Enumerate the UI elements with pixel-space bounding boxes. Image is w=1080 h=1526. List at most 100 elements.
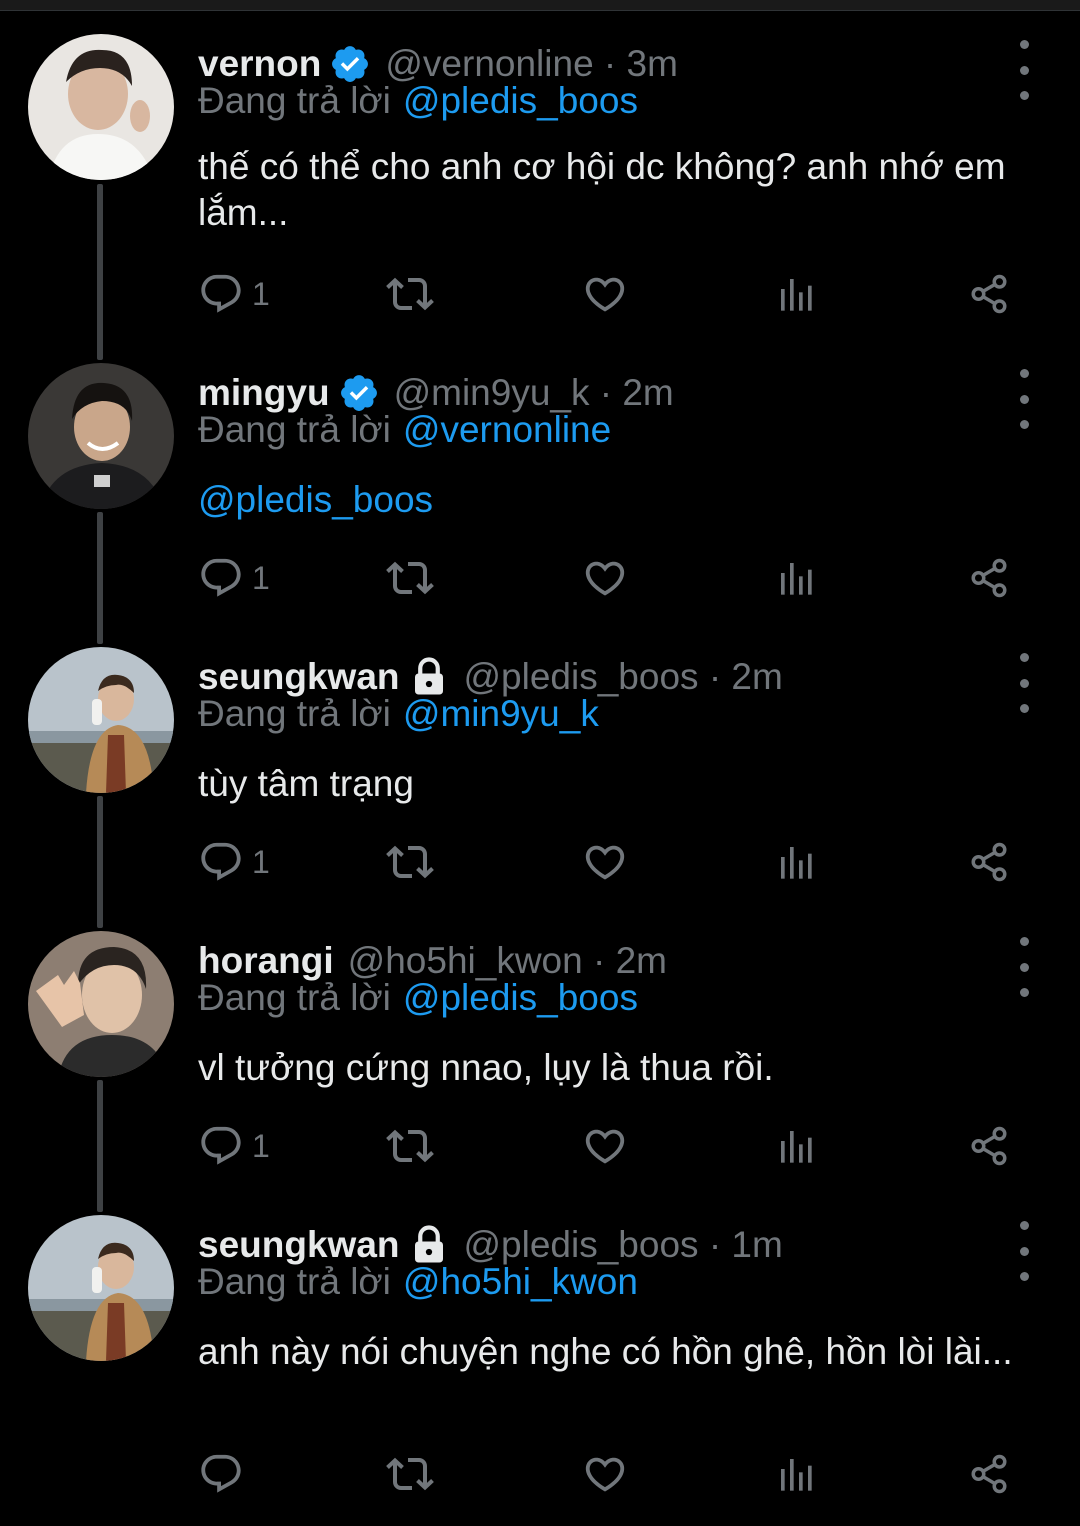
display-name[interactable]: mingyu: [198, 372, 330, 414]
analytics-icon: [781, 847, 812, 879]
handle-and-time[interactable]: @ho5hi_kwon · 2m: [348, 940, 667, 982]
tweet[interactable]: horangi @ho5hi_kwon · 2m Đang trả lời @pl…: [0, 931, 1080, 1201]
tweet[interactable]: seungkwan @pledis_boos · 1m Đang trả lời…: [0, 1215, 1080, 1515]
share-button[interactable]: [968, 1449, 1010, 1499]
like-button[interactable]: [582, 837, 628, 887]
share-button[interactable]: [968, 1121, 1010, 1171]
lock-icon: [408, 1224, 450, 1266]
share-button[interactable]: [968, 269, 1010, 319]
share-button[interactable]: [968, 837, 1010, 887]
handle-and-time[interactable]: @pledis_boos · 1m: [464, 1224, 783, 1266]
heart-icon: [585, 277, 625, 312]
analytics-icon: [781, 1459, 812, 1491]
share-icon: [971, 274, 1007, 314]
retweet-button[interactable]: [386, 1121, 434, 1171]
tweet-actions: 1: [198, 553, 1028, 603]
display-name[interactable]: horangi: [198, 940, 334, 982]
avatar[interactable]: [28, 363, 174, 509]
like-button[interactable]: [582, 269, 628, 319]
verified-badge-icon: [329, 43, 371, 85]
analytics-icon: [781, 279, 812, 311]
reply-mention-link[interactable]: @vernonline: [403, 409, 611, 450]
tweet-text: vl tưởng cứng nnao, lụy là thua rồi.: [198, 1047, 774, 1088]
views-button[interactable]: [776, 269, 816, 319]
reply-mention-link[interactable]: @pledis_boos: [403, 977, 638, 1018]
reply-button[interactable]: 1: [198, 837, 270, 887]
heart-icon: [585, 1457, 625, 1492]
replying-to: Đang trả lời @vernonline: [198, 409, 611, 451]
tweet[interactable]: seungkwan @pledis_boos · 2m Đang trả lời…: [0, 647, 1080, 917]
tweet-actions: 1: [198, 1121, 1028, 1171]
retweet-icon: [386, 845, 434, 879]
avatar[interactable]: [28, 34, 174, 180]
retweet-icon: [386, 1129, 434, 1163]
views-button[interactable]: [776, 1121, 816, 1171]
tweet[interactable]: vernon @vernonline · 3m Đang trả lời @ple…: [0, 34, 1080, 334]
replying-to: Đang trả lời @ho5hi_kwon: [198, 1261, 638, 1303]
tweet-actions: 1: [198, 269, 1028, 319]
tweet-text: anh này nói chuyện nghe có hồn ghê, hồn …: [198, 1331, 1013, 1372]
share-icon: [971, 842, 1007, 882]
more-vertical-icon[interactable]: [1014, 653, 1034, 713]
tweet-actions: 1: [198, 837, 1028, 887]
retweet-icon: [386, 561, 434, 595]
more-vertical-icon[interactable]: [1014, 369, 1034, 429]
reply-icon: [201, 558, 241, 597]
heart-icon: [585, 845, 625, 880]
handle-and-time[interactable]: @min9yu_k · 2m: [394, 372, 674, 414]
reply-mention-link[interactable]: @min9yu_k: [403, 693, 599, 734]
tweet-actions: [198, 1449, 1028, 1499]
analytics-icon: [781, 1131, 812, 1163]
reply-button[interactable]: 1: [198, 1121, 270, 1171]
handle-and-time[interactable]: @pledis_boos · 2m: [464, 656, 783, 698]
retweet-button[interactable]: [386, 269, 434, 319]
views-button[interactable]: [776, 1449, 816, 1499]
share-icon: [971, 1126, 1007, 1166]
avatar[interactable]: [28, 647, 174, 793]
handle-and-time[interactable]: @vernonline · 3m: [385, 43, 678, 85]
replying-label: Đang trả lời: [198, 409, 391, 450]
reply-button[interactable]: 1: [198, 553, 270, 603]
reply-count: 1: [252, 275, 270, 312]
reply-button[interactable]: [198, 1449, 252, 1499]
share-button[interactable]: [968, 553, 1010, 603]
like-button[interactable]: [582, 1121, 628, 1171]
replying-label: Đang trả lời: [198, 977, 391, 1018]
avatar[interactable]: [28, 931, 174, 1077]
reply-mention-link[interactable]: @pledis_boos: [403, 80, 638, 121]
heart-icon: [585, 561, 625, 596]
reply-count: 1: [252, 1127, 270, 1164]
replying-label: Đang trả lời: [198, 80, 391, 121]
reply-icon: [201, 1126, 241, 1165]
retweet-icon: [386, 1457, 434, 1491]
retweet-button[interactable]: [386, 553, 434, 603]
tweet-text: thế có thể cho anh cơ hội dc không? anh …: [198, 146, 1006, 233]
display-name[interactable]: seungkwan: [198, 656, 400, 698]
analytics-icon: [781, 563, 812, 595]
heart-icon: [585, 1129, 625, 1164]
views-button[interactable]: [776, 553, 816, 603]
retweet-button[interactable]: [386, 1449, 434, 1499]
replying-to: Đang trả lời @pledis_boos: [198, 80, 638, 122]
reply-mention-link[interactable]: @ho5hi_kwon: [403, 1261, 638, 1302]
reply-icon: [201, 274, 241, 313]
views-button[interactable]: [776, 837, 816, 887]
display-name[interactable]: vernon: [198, 43, 321, 85]
more-vertical-icon[interactable]: [1014, 1221, 1034, 1281]
tweet-text: tùy tâm trạng: [198, 763, 414, 804]
like-button[interactable]: [582, 553, 628, 603]
replying-to: Đang trả lời @min9yu_k: [198, 693, 599, 735]
display-name[interactable]: seungkwan: [198, 1224, 400, 1266]
retweet-button[interactable]: [386, 837, 434, 887]
replying-label: Đang trả lời: [198, 1261, 391, 1302]
more-vertical-icon[interactable]: [1014, 937, 1034, 997]
like-button[interactable]: [582, 1449, 628, 1499]
tweet[interactable]: mingyu @min9yu_k · 2m Đang trả lời @verno…: [0, 363, 1080, 633]
avatar[interactable]: [28, 1215, 174, 1361]
tweet-text[interactable]: @pledis_boos: [198, 477, 1058, 523]
reply-icon: [201, 842, 241, 881]
reply-button[interactable]: 1: [198, 269, 270, 319]
more-vertical-icon[interactable]: [1014, 40, 1034, 100]
replying-label: Đang trả lời: [198, 693, 391, 734]
reply-count: 1: [252, 843, 270, 880]
